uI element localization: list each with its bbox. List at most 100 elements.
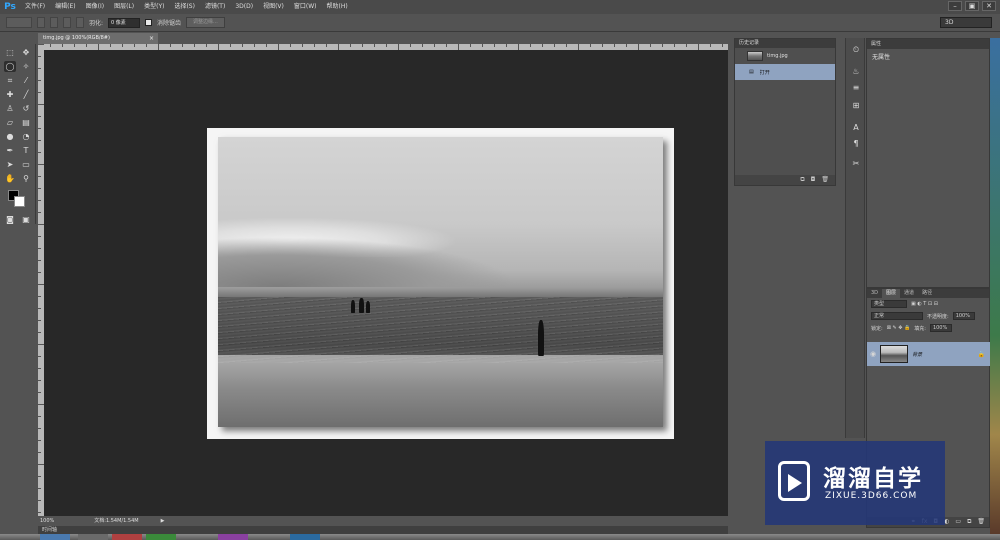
restore-button[interactable]: ▣ [965, 1, 979, 11]
history-state[interactable]: ▤ 打开 [735, 64, 835, 80]
rectangle-tool-icon[interactable]: ▭ [20, 159, 32, 170]
status-menu-arrow-icon[interactable]: ▶ [161, 516, 165, 526]
brush-presets-icon[interactable]: ♨ [850, 66, 862, 78]
refine-edge-button[interactable]: 调整边缘... [186, 17, 225, 28]
background-color-swatch[interactable] [14, 196, 25, 207]
trash-icon[interactable]: 🗑 [821, 175, 829, 185]
screen-mode-icon[interactable]: ▣ [20, 214, 32, 225]
new-document-icon[interactable]: ⧉ [800, 175, 804, 185]
paragraph-icon[interactable]: ¶ [850, 138, 862, 150]
ruler-tick [590, 44, 591, 47]
history-snapshot[interactable]: timg.jpg [735, 48, 835, 64]
menu-window[interactable]: 窗口(W) [289, 0, 322, 14]
layer-filter-select[interactable]: 类型 [871, 300, 907, 308]
eraser-tool-icon[interactable]: ▱ [4, 117, 16, 128]
adjustments-icon[interactable]: ≡ [850, 82, 862, 94]
ruler-tick [290, 44, 291, 47]
intersect-selection-icon[interactable] [76, 17, 84, 28]
ruler-tick [38, 188, 41, 189]
document-close-icon[interactable]: × [149, 33, 154, 44]
menu-edit[interactable]: 编辑(E) [50, 0, 80, 14]
feather-input[interactable]: 0 像素 [108, 17, 141, 28]
menu-image[interactable]: 图像(I) [81, 0, 109, 14]
group-icon[interactable]: ▭ [955, 517, 961, 527]
clone-stamp-icon[interactable]: ♙ [4, 103, 16, 114]
ruler-tick [38, 176, 41, 177]
zoom-level[interactable]: 100% [40, 516, 54, 526]
type-tool-icon[interactable]: T [20, 145, 32, 156]
lock-icons[interactable]: ⊠ ✎ ✥ 🔒 [887, 325, 911, 331]
history-panel-icon[interactable]: ⏲ [850, 44, 862, 56]
photo-person [359, 298, 364, 313]
tab-paths[interactable]: 路径 [918, 289, 936, 298]
menu-view[interactable]: 视图(V) [258, 0, 289, 14]
quick-mask-icon[interactable]: ◙ [4, 214, 16, 225]
hand-tool-icon[interactable]: ✋ [4, 173, 16, 184]
crop-tool-icon[interactable]: ⌗ [4, 75, 16, 86]
tab-3d[interactable]: 3D [867, 289, 882, 298]
ruler-tick [254, 44, 255, 47]
document-tab[interactable]: timg.jpg @ 100%(RGB/8#) × [38, 33, 158, 44]
fill-input[interactable]: 100% [929, 324, 952, 332]
filter-icons[interactable]: ▣ ◐ T ⊡ ⊟ [911, 301, 938, 307]
workspace-select[interactable]: 3D [940, 17, 992, 28]
zoom-tool-icon[interactable]: ⚲ [20, 173, 32, 184]
ruler-tick [38, 452, 41, 453]
ruler-tick [38, 356, 41, 357]
brush-tool-icon[interactable]: ╱ [20, 89, 32, 100]
taskbar-app[interactable] [112, 534, 142, 540]
marquee-tool-icon[interactable]: ⬚ [4, 47, 16, 58]
close-button[interactable]: ✕ [982, 1, 996, 11]
blur-tool-icon[interactable]: ● [4, 131, 16, 142]
menu-3d[interactable]: 3D(D) [230, 0, 258, 14]
menu-filter[interactable]: 滤镜(T) [200, 0, 230, 14]
history-brush-icon[interactable]: ↺ [20, 103, 32, 114]
tab-channels[interactable]: 通道 [900, 289, 918, 298]
magic-wand-icon[interactable]: ✧ [20, 61, 32, 72]
menu-file[interactable]: 文件(F) [20, 0, 50, 14]
tab-layers[interactable]: 图层 [882, 289, 901, 298]
ruler-tick [122, 44, 123, 47]
move-tool-icon[interactable]: ✥ [20, 47, 32, 58]
healing-brush-icon[interactable]: ✚ [4, 89, 16, 100]
path-selection-icon[interactable]: ➤ [4, 159, 16, 170]
new-layer-icon[interactable]: ⧉ [967, 517, 971, 527]
menu-select[interactable]: 选择(S) [169, 0, 200, 14]
taskbar-app[interactable] [290, 534, 320, 540]
layer-row[interactable]: ◉ 背景 🔒 [867, 342, 991, 366]
lasso-preset-picker[interactable] [6, 17, 32, 28]
lasso-tool-icon[interactable]: ◯ [4, 61, 16, 72]
ruler-tick [74, 44, 75, 47]
pen-tool-icon[interactable]: ✒ [4, 145, 16, 156]
blend-mode-select[interactable]: 正常 [871, 312, 923, 320]
antialias-checkbox[interactable] [145, 19, 153, 26]
taskbar-app[interactable] [146, 534, 176, 540]
new-selection-icon[interactable] [37, 17, 45, 28]
opacity-input[interactable]: 100% [952, 312, 975, 320]
styles-icon[interactable]: ⊞ [850, 100, 862, 112]
eyedropper-icon[interactable]: ⁄ [20, 75, 32, 86]
eye-icon[interactable]: ◉ [870, 350, 876, 358]
status-bar: 100% 文档:1.54M/1.54M ▶ [38, 516, 728, 526]
ruler-tick [38, 332, 41, 333]
menu-layer[interactable]: 图层(L) [109, 0, 139, 14]
desktop-background [990, 38, 1000, 534]
taskbar-app[interactable] [78, 534, 108, 540]
delete-layer-icon[interactable]: 🗑 [977, 517, 985, 527]
timeline-bar[interactable]: 时间轴 [38, 526, 728, 534]
add-selection-icon[interactable] [50, 17, 58, 28]
history-footer: ⧉ ◘ 🗑 [735, 175, 835, 185]
gradient-tool-icon[interactable]: ▤ [20, 117, 32, 128]
taskbar-app[interactable] [40, 534, 70, 540]
tools-icon[interactable]: ✂ [850, 158, 862, 170]
taskbar-app[interactable] [218, 534, 248, 540]
character-icon[interactable]: A [850, 122, 862, 134]
minimize-button[interactable]: – [948, 1, 962, 11]
beach-photo[interactable] [218, 137, 663, 427]
menu-help[interactable]: 帮助(H) [322, 0, 353, 14]
subtract-selection-icon[interactable] [63, 17, 71, 28]
dodge-tool-icon[interactable]: ◔ [20, 131, 32, 142]
camera-icon[interactable]: ◘ [811, 175, 816, 185]
antialias-label: 消除锯齿 [157, 20, 182, 27]
menu-type[interactable]: 类型(Y) [139, 0, 169, 14]
